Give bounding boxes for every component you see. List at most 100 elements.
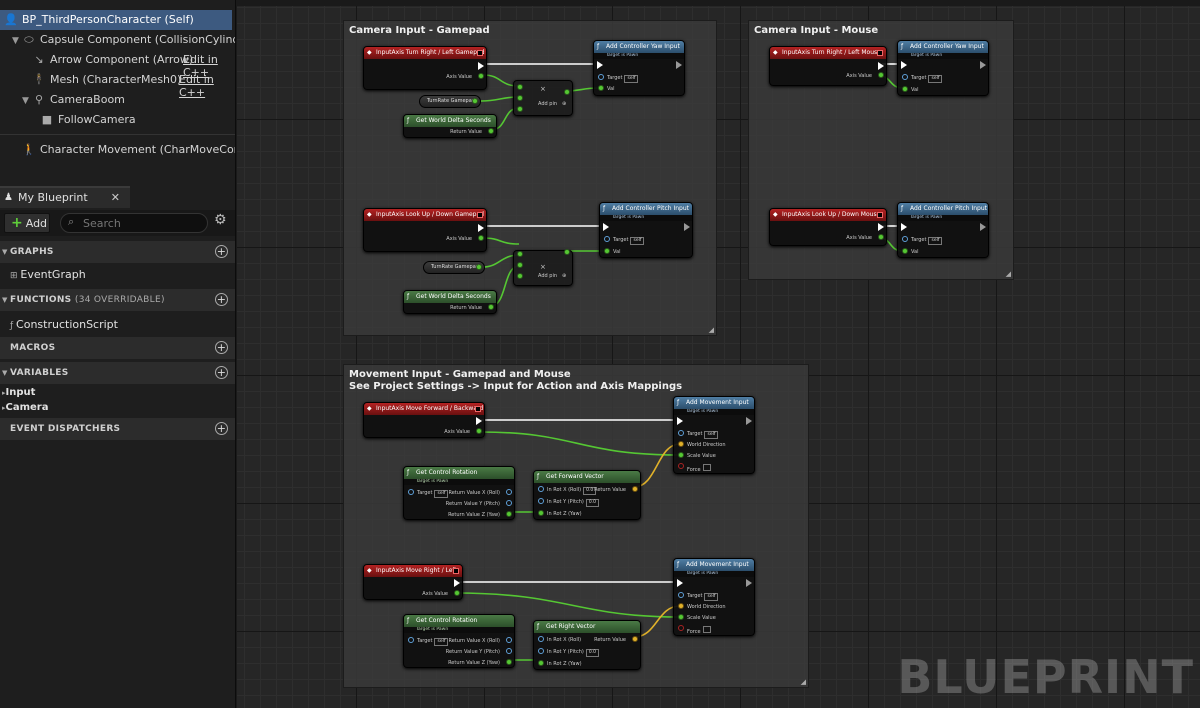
resize-grip-icon[interactable]: ◢ bbox=[1006, 270, 1011, 278]
delegate-pin[interactable] bbox=[477, 50, 483, 56]
exec-in-pin[interactable] bbox=[901, 223, 907, 231]
target-pin[interactable] bbox=[902, 74, 908, 80]
node-add-movement-input-forward[interactable]: ƒ Add Movement Input Target is Pawn Targe… bbox=[673, 396, 755, 474]
return-y-pin[interactable] bbox=[506, 500, 512, 506]
target-pin[interactable] bbox=[598, 74, 604, 80]
event-graph-canvas[interactable]: Camera Input - Gamepad ◢ Camera Input - M… bbox=[237, 0, 1200, 708]
return-value-pin[interactable] bbox=[632, 486, 638, 492]
val-pin[interactable] bbox=[604, 248, 610, 254]
node-get-forward-vector[interactable]: ƒ Get Forward Vector In Rot X (Roll) 0.0 I… bbox=[533, 470, 641, 520]
exec-out-pin[interactable] bbox=[454, 579, 460, 587]
graph-item-eventgraph[interactable]: ⊞ EventGraph bbox=[10, 268, 86, 281]
val-pin[interactable] bbox=[902, 248, 908, 254]
return-z-pin[interactable] bbox=[506, 659, 512, 665]
add-graph-icon[interactable]: + bbox=[215, 245, 228, 258]
delegate-pin[interactable] bbox=[877, 212, 883, 218]
node-inputaxis-turn-gamepad[interactable]: ◆ InputAxis Turn Right / Left Gamepad Axi… bbox=[363, 46, 487, 90]
exec-in-pin[interactable] bbox=[677, 579, 683, 587]
axis-value-pin[interactable] bbox=[878, 234, 884, 240]
target-pin[interactable] bbox=[408, 489, 414, 495]
node-inputaxis-move-right[interactable]: ◆ InputAxis Move Right / Left Axis Value bbox=[363, 564, 463, 600]
axis-value-pin[interactable] bbox=[478, 73, 484, 79]
chevron-down-icon[interactable]: ▼ bbox=[12, 31, 22, 51]
exec-in-pin[interactable] bbox=[677, 417, 683, 425]
delegate-pin[interactable] bbox=[877, 50, 883, 56]
in-rot-x-pin[interactable] bbox=[538, 486, 544, 492]
delegate-pin[interactable] bbox=[477, 212, 483, 218]
component-mesh[interactable]: 🕴 Mesh (CharacterMesh0) bbox=[32, 70, 181, 90]
add-function-icon[interactable]: + bbox=[215, 293, 228, 306]
component-capsule[interactable]: ▼ ⬭ Capsule Component (CollisionCylinder) bbox=[12, 30, 235, 51]
delegate-pin[interactable] bbox=[475, 406, 481, 412]
node-inputaxis-lookup-gamepad[interactable]: ◆ InputAxis Look Up / Down Gamepad Axis V… bbox=[363, 208, 487, 252]
node-turnrate-gamepad[interactable]: TurnRate Gamepad bbox=[419, 95, 481, 108]
exec-out-pin[interactable] bbox=[746, 417, 752, 425]
output-pin[interactable] bbox=[564, 89, 570, 95]
exec-out-pin[interactable] bbox=[980, 223, 986, 231]
exec-out-pin[interactable] bbox=[478, 224, 484, 232]
return-z-pin[interactable] bbox=[506, 511, 512, 517]
input-pin[interactable] bbox=[517, 106, 523, 112]
axis-value-pin[interactable] bbox=[454, 590, 460, 596]
exec-out-pin[interactable] bbox=[980, 61, 986, 69]
function-item-constructionscript[interactable]: ƒ ConstructionScript bbox=[10, 318, 118, 331]
input-pin[interactable] bbox=[517, 84, 523, 90]
delegate-pin[interactable] bbox=[453, 568, 459, 574]
node-add-controller-yaw-gamepad[interactable]: ƒ Add Controller Yaw Input Target is Pawn… bbox=[593, 40, 685, 96]
scale-value-pin[interactable] bbox=[678, 452, 684, 458]
target-pin[interactable] bbox=[902, 236, 908, 242]
add-dispatcher-icon[interactable]: + bbox=[215, 422, 228, 435]
turnrate-out-pin[interactable] bbox=[472, 98, 478, 104]
output-pin[interactable] bbox=[564, 249, 570, 255]
node-multiply[interactable]: × Add pin ⊕ bbox=[513, 80, 573, 116]
turnrate-out-pin[interactable] bbox=[476, 264, 482, 270]
input-pin[interactable] bbox=[517, 95, 523, 101]
edit-in-cpp-link-mesh[interactable]: Edit in C++ bbox=[179, 73, 235, 99]
node-inputaxis-turn-mouse[interactable]: ◆ InputAxis Turn Right / Left Mouse Axis … bbox=[769, 46, 887, 86]
in-rot-z-pin[interactable] bbox=[538, 510, 544, 516]
axis-value-pin[interactable] bbox=[878, 72, 884, 78]
add-pin-icon[interactable]: ⊕ bbox=[562, 101, 566, 107]
gear-icon[interactable]: ⚙ bbox=[214, 212, 227, 228]
category-event-dispatchers[interactable]: EVENT DISPATCHERS + bbox=[0, 418, 235, 440]
variable-category-camera[interactable]: ▸Camera bbox=[2, 402, 48, 413]
exec-in-pin[interactable] bbox=[901, 61, 907, 69]
exec-in-pin[interactable] bbox=[597, 61, 603, 69]
return-x-pin[interactable] bbox=[506, 637, 512, 643]
target-pin[interactable] bbox=[678, 592, 684, 598]
node-get-world-delta-seconds[interactable]: ƒ Get World Delta Seconds Return Value bbox=[403, 114, 497, 138]
in-rot-z-pin[interactable] bbox=[538, 660, 544, 666]
return-y-pin[interactable] bbox=[506, 648, 512, 654]
input-pin[interactable] bbox=[517, 251, 523, 257]
axis-value-pin[interactable] bbox=[476, 428, 482, 434]
node-inputaxis-lookup-mouse[interactable]: ◆ InputAxis Look Up / Down Mouse Axis Val… bbox=[769, 208, 887, 246]
exec-out-pin[interactable] bbox=[476, 417, 482, 425]
val-pin[interactable] bbox=[902, 86, 908, 92]
exec-out-pin[interactable] bbox=[684, 223, 690, 231]
force-pin[interactable] bbox=[678, 463, 684, 469]
exec-out-pin[interactable] bbox=[478, 62, 484, 70]
category-macros[interactable]: MACROS + bbox=[0, 337, 235, 359]
component-character-movement[interactable]: 🚶 Character Movement (CharMoveComp) bbox=[22, 140, 235, 160]
node-multiply-2[interactable]: × Add pin ⊕ bbox=[513, 249, 573, 286]
add-button[interactable]: + Add bbox=[4, 213, 50, 233]
in-rot-x-pin[interactable] bbox=[538, 636, 544, 642]
node-get-control-rotation-forward[interactable]: ƒ Get Control Rotation Target is Pawn Tar… bbox=[403, 466, 515, 520]
input-pin[interactable] bbox=[517, 273, 523, 279]
exec-out-pin[interactable] bbox=[746, 579, 752, 587]
return-value-pin[interactable] bbox=[632, 636, 638, 642]
category-graphs[interactable]: ▼ GRAPHS + bbox=[0, 241, 235, 263]
in-rot-y-pin[interactable] bbox=[538, 648, 544, 654]
add-variable-icon[interactable]: + bbox=[215, 366, 228, 379]
scale-value-pin[interactable] bbox=[678, 614, 684, 620]
component-followcamera[interactable]: ■ FollowCamera bbox=[40, 110, 136, 130]
node-inputaxis-move-forward[interactable]: ◆ InputAxis Move Forward / Backward Axis … bbox=[363, 402, 485, 438]
close-icon[interactable]: ✕ bbox=[111, 188, 120, 208]
component-cameraboom[interactable]: ▼ ⚲ CameraBoom bbox=[22, 90, 125, 110]
node-add-controller-pitch-gamepad[interactable]: ƒ Add Controller Pitch Input Target is Pa… bbox=[599, 202, 693, 258]
exec-out-pin[interactable] bbox=[676, 61, 682, 69]
world-direction-pin[interactable] bbox=[678, 603, 684, 609]
return-value-pin[interactable] bbox=[488, 128, 494, 134]
val-pin[interactable] bbox=[598, 85, 604, 91]
component-arrow[interactable]: ↘ Arrow Component (Arrow) bbox=[32, 50, 193, 70]
